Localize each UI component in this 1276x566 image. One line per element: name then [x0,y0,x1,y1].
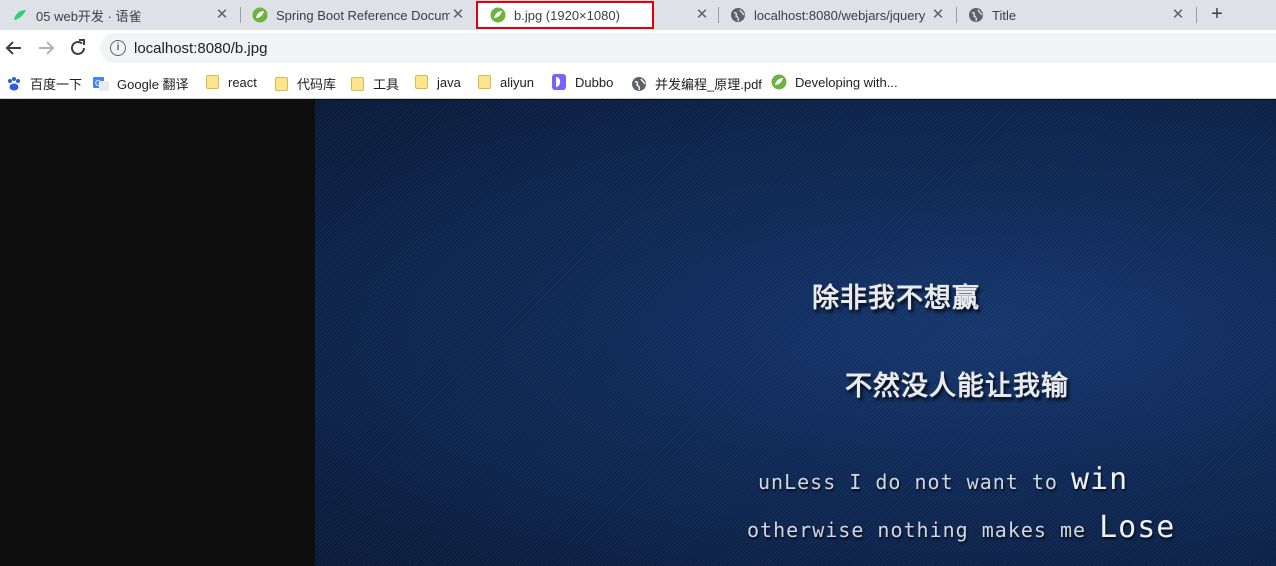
baidu-icon [6,76,22,92]
image-text-line3-main: unLess I do not want to [758,470,1058,494]
folder-icon [476,74,492,90]
bookmark-folder-java[interactable]: java [413,74,461,90]
image-text-line1: 除非我不想赢 [812,283,980,314]
google-translate-icon: G [93,76,109,92]
bookmark-label: 代码库 [297,77,337,92]
close-icon[interactable]: ✕ [1170,7,1186,23]
bookmark-folder-codebase[interactable]: 代码库 [273,74,336,93]
image-text-line2: 不然没人能让我输 [845,371,1069,402]
folder-icon [349,76,365,92]
image-text-line4-emphasis: Lose [1099,510,1176,545]
tab-title-page[interactable]: Title ✕ [956,0,1196,30]
bookmark-dubbo[interactable]: Dubbo [551,74,613,90]
spring-icon [252,7,268,23]
close-icon[interactable]: ✕ [450,7,466,23]
bookmark-google-translate[interactable]: G Google 翻译 [93,74,189,93]
page-content: 除非我不想赢 不然没人能让我输 unLess I do not want to … [0,100,1276,566]
bookmark-label: java [437,74,461,90]
tab-title: 05 web开发 · 语雀 [36,8,142,24]
close-icon[interactable]: ✕ [930,7,946,23]
bookmark-folder-tools[interactable]: 工具 [349,74,399,93]
folder-icon [204,74,220,90]
bookmarks-bar: 百度一下 G Google 翻译 react 代码库 工具 java aliyu… [0,66,1276,99]
bookmark-pdf[interactable]: 并发编程_原理.pdf [631,74,762,93]
globe-icon [968,7,984,23]
bookmark-folder-react[interactable]: react [204,74,257,90]
tab-divider [1196,7,1197,23]
bookmark-label: Dubbo [575,74,614,90]
url-text: localhost:8080/b.jpg [134,39,268,57]
tab-webjars-jquery[interactable]: localhost:8080/webjars/jquery ✕ [718,0,956,30]
forward-button[interactable] [34,36,58,60]
bookmark-label: 并发编程_原理.pdf [655,77,762,92]
bookmark-label: 工具 [373,77,400,92]
dubbo-icon [551,74,567,90]
tab-b-jpg[interactable]: b.jpg (1920×1080) [476,1,654,29]
globe-icon [631,76,647,92]
bookmark-label: 百度一下 [30,77,83,92]
address-bar[interactable]: i localhost:8080/b.jpg [100,33,1276,63]
tab-title: Title [992,7,1017,23]
displayed-image[interactable]: 除非我不想赢 不然没人能让我输 unLess I do not want to … [315,100,1276,566]
bookmark-developing-with[interactable]: Developing with... [771,74,898,90]
bookmark-label: Google 翻译 [117,77,189,92]
svg-text:G: G [95,79,101,88]
tab-title: Spring Boot Reference Docum [276,7,450,23]
back-button[interactable] [2,36,26,60]
tab-strip: 05 web开发 · 语雀 ✕ Spring Boot Reference Do… [0,0,1276,30]
arrow-left-icon [5,41,21,55]
arrow-right-icon [39,41,55,55]
image-text-line4-main: otherwise nothing makes me [747,518,1087,542]
spring-icon [490,7,506,23]
reload-button[interactable] [66,36,90,60]
spring-icon [771,74,787,90]
bookmark-label: react [228,74,257,90]
image-text-line3-emphasis: win [1071,462,1129,497]
folder-icon [413,74,429,90]
bookmark-label: aliyun [500,74,534,90]
image-text-line3: unLess I do not want to win [758,462,1128,497]
tab-title: b.jpg (1920×1080) [514,7,620,23]
bookmark-folder-aliyun[interactable]: aliyun [476,74,534,90]
folder-icon [273,76,289,92]
bookmark-baidu[interactable]: 百度一下 [6,74,82,93]
tab-yuque[interactable]: 05 web开发 · 语雀 ✕ [0,0,240,30]
tab-title: localhost:8080/webjars/jquery [754,7,926,23]
close-icon[interactable]: ✕ [694,7,710,23]
info-icon[interactable]: i [110,40,126,56]
image-text-line4: otherwise nothing makes me Lose [747,510,1175,545]
new-tab-button[interactable]: + [1206,4,1228,26]
yuque-icon [12,7,28,23]
bookmark-label: Developing with... [795,74,898,90]
close-icon[interactable]: ✕ [214,7,230,23]
navigation-toolbar: i localhost:8080/b.jpg [0,30,1276,66]
globe-icon [730,7,746,23]
reload-icon [71,39,85,55]
tab-spring-boot-reference[interactable]: Spring Boot Reference Docum ✕ [240,0,476,30]
